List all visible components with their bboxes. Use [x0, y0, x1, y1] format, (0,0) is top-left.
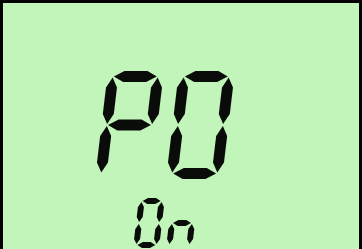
segment-e [96, 126, 112, 173]
parameter-value-text: 0n [3, 3, 4, 4]
segment-a [113, 71, 157, 82]
segment-c [212, 126, 228, 173]
segment-e [167, 126, 183, 173]
segment-e [167, 224, 175, 244]
code-digit-1 [95, 71, 164, 179]
segment-g [172, 220, 191, 226]
segment-a [184, 71, 228, 82]
segment-b [147, 77, 162, 124]
segment-d [137, 242, 156, 248]
segment-a [142, 198, 161, 204]
segment-f [102, 77, 117, 124]
parameter-code-text: P0 [3, 3, 4, 4]
segment-c [187, 224, 195, 244]
segment-f [136, 202, 144, 222]
segment-b [156, 202, 164, 222]
segment-g [107, 119, 151, 131]
value-digit-2 [166, 198, 198, 248]
segment-f [173, 77, 188, 124]
segment-c [154, 224, 162, 244]
segment-e [134, 224, 142, 244]
lcd-display: P0 0n [3, 3, 359, 249]
segment-d [173, 168, 217, 179]
value-digit-1 [133, 198, 165, 248]
code-digit-2 [166, 71, 235, 179]
segment-b [218, 77, 233, 124]
